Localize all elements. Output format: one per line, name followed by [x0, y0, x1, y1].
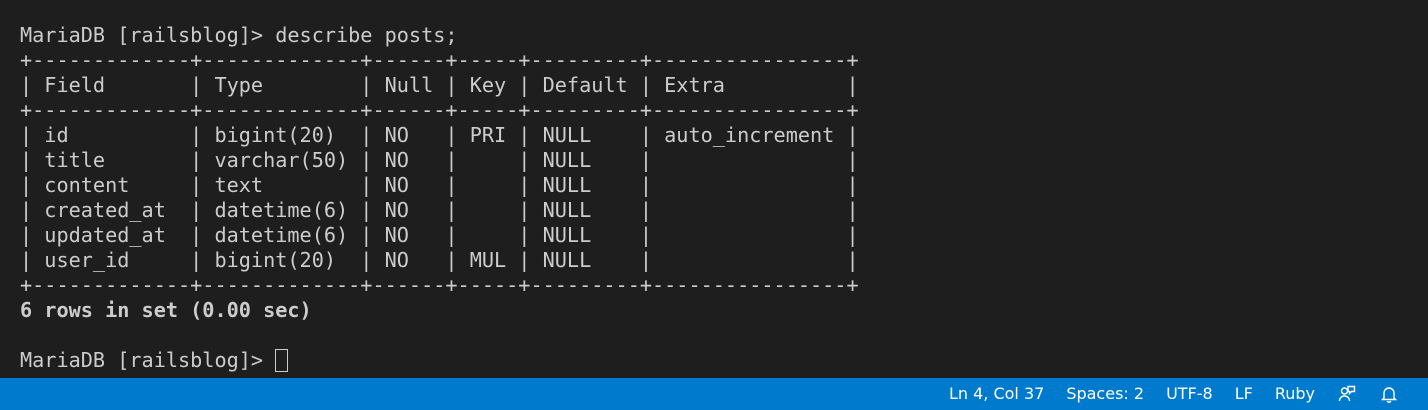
- feedback-person-icon: [1337, 384, 1357, 404]
- eol-status[interactable]: LF: [1224, 378, 1264, 410]
- result-summary: 6 rows in set (0.00 sec): [20, 298, 312, 322]
- status-bar: Ln 4, Col 37 Spaces: 2 UTF-8 LF Ruby: [0, 378, 1428, 410]
- bell-icon: [1379, 384, 1399, 404]
- table-border-header: +-------------+-------------+------+----…: [20, 98, 859, 122]
- table-border-bottom: +-------------+-------------+------+----…: [20, 273, 859, 297]
- terminal-command-line: MariaDB [railsblog]> describe posts;: [20, 23, 458, 47]
- feedback-button[interactable]: [1326, 378, 1368, 410]
- indentation-status[interactable]: Spaces: 2: [1055, 378, 1155, 410]
- table-row: | created_at | datetime(6) | NO | | NULL…: [20, 198, 859, 222]
- terminal-cursor: [275, 349, 289, 372]
- cursor-position-status[interactable]: Ln 4, Col 37: [938, 378, 1055, 410]
- table-row: | updated_at | datetime(6) | NO | | NULL…: [20, 223, 859, 247]
- table-row: | id | bigint(20) | NO | PRI | NULL | au…: [20, 123, 859, 147]
- terminal-prompt-line[interactable]: MariaDB [railsblog]>: [20, 348, 859, 373]
- table-header-row: | Field | Type | Null | Key | Default | …: [20, 73, 859, 97]
- terminal-prompt: MariaDB [railsblog]>: [20, 348, 276, 372]
- table-row: | user_id | bigint(20) | NO | MUL | NULL…: [20, 248, 859, 272]
- encoding-status[interactable]: UTF-8: [1155, 378, 1224, 410]
- table-row: | title | varchar(50) | NO | | NULL | |: [20, 148, 859, 172]
- terminal-output: MariaDB [railsblog]> describe posts; +--…: [20, 23, 859, 373]
- table-row: | content | text | NO | | NULL | |: [20, 173, 859, 197]
- notifications-button[interactable]: [1368, 378, 1410, 410]
- language-mode-status[interactable]: Ruby: [1264, 378, 1326, 410]
- terminal-panel[interactable]: MariaDB [railsblog]> describe posts; +--…: [0, 0, 1428, 378]
- table-border-top: +-------------+-------------+------+----…: [20, 48, 859, 72]
